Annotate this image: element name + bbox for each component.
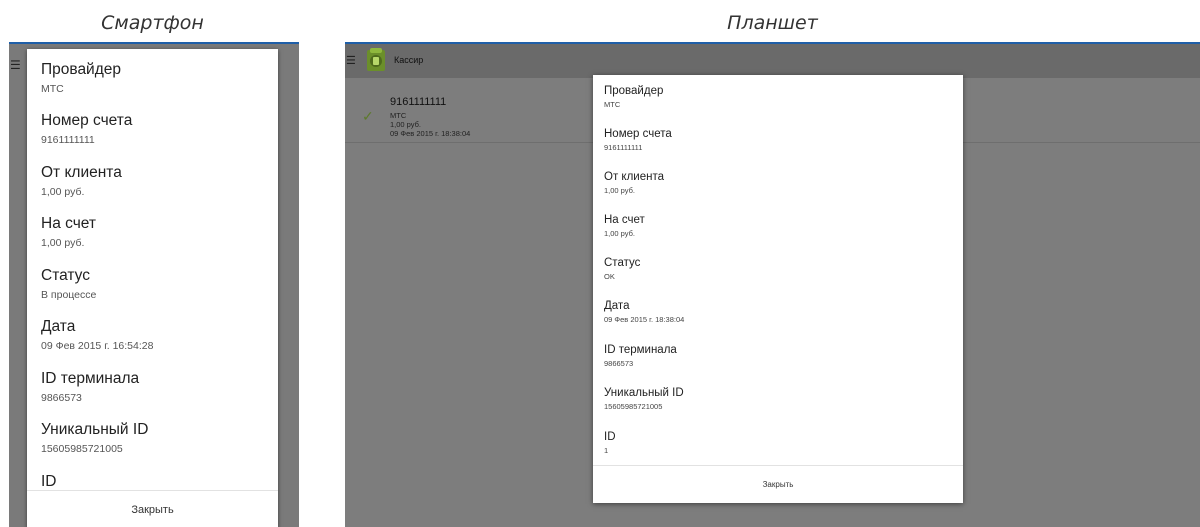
field-account-number: Номер счета 9161111111 bbox=[604, 127, 672, 152]
field-terminal-id: ID терминала 9866573 bbox=[41, 370, 139, 405]
field-date: Дата 09 Фев 2015 г. 16:54:28 bbox=[41, 318, 153, 353]
field-value: 15605985721005 bbox=[604, 402, 663, 411]
field-label: Статус bbox=[604, 257, 641, 269]
field-label: Статус bbox=[41, 267, 90, 284]
tablet-screen: ☰ Кассир ✓ 9161111111 МТС 1,00 руб. 09 Ф… bbox=[345, 42, 1200, 527]
field-value: 09 Фев 2015 г. 18:38:04 bbox=[604, 315, 685, 324]
field-provider: Провайдер МТС bbox=[604, 84, 663, 109]
field-date: Дата 09 Фев 2015 г. 18:38:04 bbox=[604, 299, 684, 324]
field-label: Дата bbox=[41, 318, 76, 335]
app-bar: ☰ Кассир bbox=[345, 44, 1200, 78]
transaction-details-dialog: Провайдер МТС Номер счета 9161111111 От … bbox=[593, 75, 963, 503]
field-label: Уникальный ID bbox=[604, 387, 684, 399]
list-item-title: 9161111111 bbox=[390, 96, 447, 108]
hamburger-menu-icon[interactable]: ☰ bbox=[346, 54, 356, 67]
field-provider: Провайдер МТС bbox=[41, 61, 121, 96]
field-value: МТС bbox=[604, 100, 621, 109]
field-value: 1,00 руб. bbox=[604, 229, 635, 238]
field-label: Дата bbox=[604, 300, 630, 312]
field-value: 9161111111 bbox=[41, 134, 95, 146]
field-status: Статус В процессе bbox=[41, 267, 96, 302]
tablet-caption: Планшет bbox=[727, 12, 818, 34]
field-status: Статус OK bbox=[604, 256, 640, 281]
field-value: OK bbox=[604, 272, 615, 281]
field-label: Номер счета bbox=[41, 112, 133, 129]
field-label: Провайдер bbox=[604, 85, 664, 97]
field-label: Номер счета bbox=[604, 128, 672, 140]
field-unique-id: Уникальный ID 15605985721005 bbox=[41, 421, 148, 456]
android-app-icon[interactable] bbox=[364, 47, 388, 73]
close-button[interactable]: Закрыть bbox=[27, 490, 278, 527]
field-value: 1,00 руб. bbox=[604, 186, 635, 195]
field-label: ID терминала bbox=[41, 370, 140, 387]
field-account-number: Номер счета 9161111111 bbox=[41, 112, 132, 147]
close-button[interactable]: Закрыть bbox=[593, 465, 963, 503]
field-from-client: От клиента 1,00 руб. bbox=[41, 164, 122, 199]
field-label: Уникальный ID bbox=[41, 421, 149, 438]
field-value: В процессе bbox=[41, 289, 97, 301]
field-id: ID 1 bbox=[604, 430, 616, 455]
field-value: 1 bbox=[604, 446, 609, 455]
app-title: Кассир bbox=[394, 55, 424, 65]
field-label: ID bbox=[604, 431, 616, 443]
field-label: От клиента bbox=[604, 171, 664, 183]
list-item-date: 09 Фев 2015 г. 18:38:04 bbox=[390, 129, 471, 138]
hamburger-menu-icon[interactable]: ☰ bbox=[10, 58, 21, 72]
field-label: ID терминала bbox=[604, 344, 677, 356]
field-value: МТС bbox=[41, 83, 64, 95]
field-label: На счет bbox=[41, 215, 96, 232]
field-label: На счет bbox=[604, 214, 645, 226]
field-unique-id: Уникальный ID 15605985721005 bbox=[604, 386, 684, 411]
field-value: 1,00 руб. bbox=[41, 186, 85, 198]
smartphone-screen: ☰ Провайдер МТС Номер счета 9161111111 О… bbox=[9, 42, 299, 527]
field-to-account: На счет 1,00 руб. bbox=[41, 215, 96, 250]
field-value: 15605985721005 bbox=[41, 443, 123, 455]
field-value: 09 Фев 2015 г. 16:54:28 bbox=[41, 340, 154, 352]
field-value: 9866573 bbox=[604, 359, 634, 368]
field-label: Провайдер bbox=[41, 61, 122, 78]
field-value: 1,00 руб. bbox=[41, 237, 85, 249]
field-value: 9161111111 bbox=[604, 143, 643, 152]
field-value: 9866573 bbox=[41, 392, 82, 404]
field-label: От клиента bbox=[41, 164, 122, 181]
field-label: ID bbox=[41, 473, 57, 490]
transaction-details-dialog: Провайдер МТС Номер счета 9161111111 От … bbox=[27, 49, 278, 527]
checkmark-icon: ✓ bbox=[362, 108, 374, 124]
field-to-account: На счет 1,00 руб. bbox=[604, 213, 645, 238]
list-item-amount: 1,00 руб. bbox=[390, 120, 421, 129]
field-from-client: От клиента 1,00 руб. bbox=[604, 170, 664, 195]
smartphone-caption: Смартфон bbox=[101, 12, 204, 34]
list-item-provider: МТС bbox=[390, 111, 407, 120]
field-terminal-id: ID терминала 9866573 bbox=[604, 343, 677, 368]
